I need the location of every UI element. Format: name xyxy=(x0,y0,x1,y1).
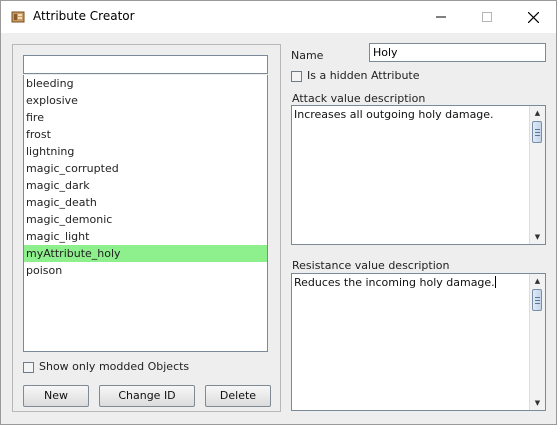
scroll-thumb[interactable] xyxy=(532,121,542,143)
title-bar: Attribute Creator xyxy=(1,1,556,33)
show-modded-row[interactable]: Show only modded Objects xyxy=(23,360,189,374)
attribute-list-panel: bleeding explosive fire frost lightning … xyxy=(12,44,281,412)
delete-button[interactable]: Delete xyxy=(205,385,271,407)
attack-description-textarea[interactable]: Increases all outgoing holy damage. ▲ ▼ xyxy=(291,105,546,245)
resistance-description-label: Resistance value description xyxy=(292,259,450,272)
minimize-icon xyxy=(436,16,446,18)
change-id-button[interactable]: Change ID xyxy=(99,385,195,407)
resistance-description-textarea[interactable]: Reduces the incoming holy damage. ▲ ▼ xyxy=(291,273,546,411)
list-item[interactable]: magic_light xyxy=(24,228,267,245)
list-item[interactable]: bleeding xyxy=(24,75,267,92)
arrow-up-icon[interactable]: ▲ xyxy=(530,106,545,120)
hidden-attribute-label: Is a hidden Attribute xyxy=(307,69,420,82)
name-field[interactable]: Holy xyxy=(369,43,546,62)
window-title: Attribute Creator xyxy=(33,9,135,23)
list-item-selected[interactable]: myAttribute_holy xyxy=(24,245,267,262)
arrow-down-icon[interactable]: ▼ xyxy=(530,230,545,244)
list-item[interactable]: magic_corrupted xyxy=(24,160,267,177)
attribute-list[interactable]: bleeding explosive fire frost lightning … xyxy=(23,75,268,352)
attack-scrollbar[interactable]: ▲ ▼ xyxy=(529,106,545,244)
arrow-down-icon[interactable]: ▼ xyxy=(530,396,545,410)
attack-description-text: Increases all outgoing holy damage. xyxy=(294,108,494,121)
list-item[interactable]: magic_dark xyxy=(24,177,267,194)
close-icon xyxy=(527,11,539,23)
name-label: Name xyxy=(291,49,324,62)
new-button[interactable]: New xyxy=(23,385,89,407)
list-item[interactable]: lightning xyxy=(24,143,267,160)
list-item[interactable]: magic_death xyxy=(24,194,267,211)
filter-input[interactable] xyxy=(23,55,268,74)
resistance-scrollbar[interactable]: ▲ ▼ xyxy=(529,274,545,410)
attribute-creator-window: Attribute Creator bleeding explosive fir… xyxy=(0,0,557,425)
list-item[interactable]: poison xyxy=(24,262,267,279)
maximize-icon xyxy=(482,12,492,22)
app-icon xyxy=(11,11,25,23)
arrow-up-icon[interactable]: ▲ xyxy=(530,274,545,288)
maximize-button[interactable] xyxy=(464,1,510,33)
content-area: bleeding explosive fire frost lightning … xyxy=(1,33,556,424)
resistance-description-text: Reduces the incoming holy damage. xyxy=(294,276,496,289)
attack-description-label: Attack value description xyxy=(292,92,426,105)
list-item[interactable]: explosive xyxy=(24,92,267,109)
hidden-attribute-row[interactable]: Is a hidden Attribute xyxy=(291,69,420,83)
close-button[interactable] xyxy=(510,1,556,33)
hidden-attribute-checkbox[interactable] xyxy=(291,70,302,82)
list-item[interactable]: fire xyxy=(24,109,267,126)
list-item[interactable]: magic_demonic xyxy=(24,211,267,228)
show-modded-label: Show only modded Objects xyxy=(39,360,190,373)
resistance-description-value: Reduces the incoming holy damage. xyxy=(294,276,495,289)
minimize-button[interactable] xyxy=(418,1,464,33)
show-modded-checkbox[interactable] xyxy=(23,361,34,373)
text-caret xyxy=(494,276,496,288)
list-item[interactable]: frost xyxy=(24,126,267,143)
scroll-thumb[interactable] xyxy=(532,289,542,311)
